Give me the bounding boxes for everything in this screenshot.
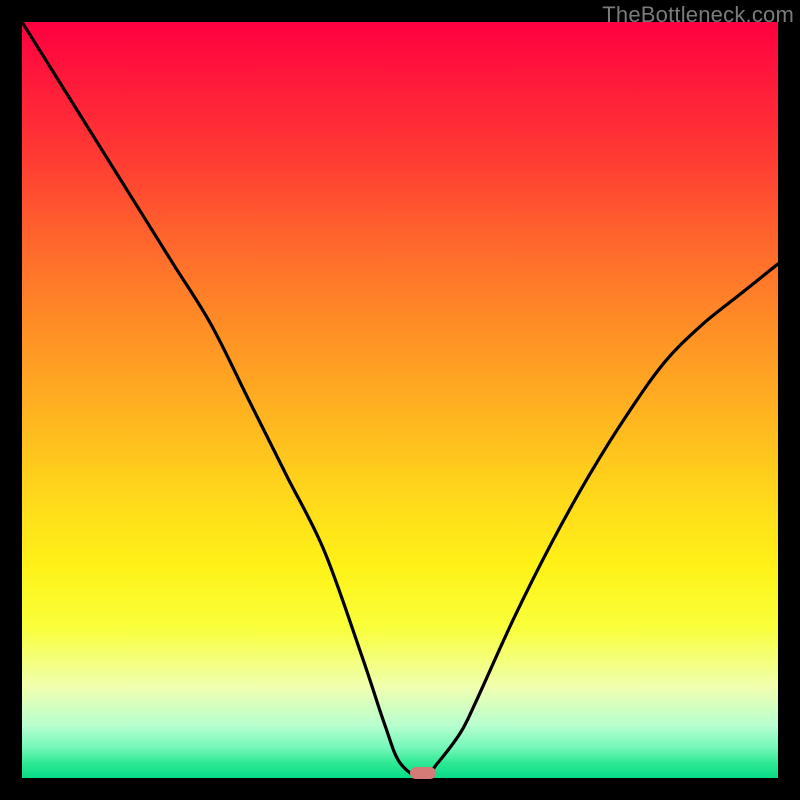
bottleneck-curve <box>22 22 778 778</box>
plot-area <box>22 22 778 778</box>
chart-frame: TheBottleneck.com <box>0 0 800 800</box>
watermark-text: TheBottleneck.com <box>602 2 794 28</box>
optimal-marker <box>410 767 436 779</box>
